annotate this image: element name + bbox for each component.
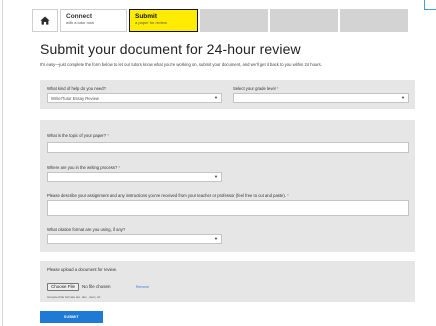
upload-label: Please upload a document for review. [47, 267, 117, 272]
required-marker: * [287, 193, 289, 198]
writing-process-select[interactable]: ▼ [47, 172, 222, 182]
page-title: Submit your document for 24-hour review [40, 41, 301, 57]
tab-placeholder-1 [200, 9, 268, 32]
remove-file-link[interactable]: Remove [136, 285, 149, 289]
help-type-select[interactable]: Write!Tutor Essay Review ▼ [47, 93, 222, 103]
tab-submit-subtitle: a paper for review [135, 20, 168, 25]
grade-label-text: Select your grade level [233, 86, 276, 91]
tab-home[interactable] [32, 9, 58, 32]
grade-label: Select your grade level * [233, 86, 278, 91]
citation-format-select[interactable]: ▼ [47, 234, 222, 244]
choose-file-button[interactable]: Choose File [47, 283, 79, 291]
required-marker: * [276, 86, 279, 91]
assignment-textarea[interactable] [47, 200, 409, 216]
step-tabs: Connect with a tutor now Submit a paper … [32, 9, 411, 32]
required-marker: * [118, 165, 121, 170]
submit-button[interactable]: SUBMIT [40, 311, 103, 323]
citation-label: What citation format are you using, if a… [47, 227, 126, 232]
tab-placeholder-2 [270, 9, 338, 32]
required-marker: * [107, 133, 109, 138]
topic-label-text: What is the topic of your paper? [47, 133, 107, 138]
page-border-left [2, 0, 3, 326]
tab-connect-title: Connect [66, 13, 92, 20]
chevron-down-icon: ▼ [214, 174, 218, 179]
assignment-label-text: Please describe your assignment and any … [47, 193, 286, 198]
file-status: No file chosen [82, 284, 111, 289]
tab-connect-subtitle: with a tutor now [66, 20, 95, 25]
accepted-formats-note: Accepted file formats are .doc, .docx, t… [47, 295, 101, 299]
window-edge-accent-top [424, 9, 436, 10]
topic-label: What is the topic of your paper? * [47, 133, 109, 138]
assignment-label: Please describe your assignment and any … [47, 193, 289, 198]
page-intro: It's easy—just complete the form below t… [40, 62, 322, 67]
help-label: What kind of help do you need? [47, 86, 106, 91]
home-icon [40, 16, 50, 25]
process-label: Where are you in the writing process? * [47, 165, 120, 170]
tab-submit[interactable]: Submit a paper for review [129, 9, 198, 32]
chevron-down-icon: ▼ [214, 236, 218, 241]
grade-level-select[interactable]: ▼ [233, 93, 409, 103]
help-type-value: Write!Tutor Essay Review [51, 96, 99, 101]
tab-submit-title: Submit [135, 13, 158, 20]
chevron-down-icon: ▼ [401, 95, 405, 100]
chevron-down-icon: ▼ [214, 95, 218, 100]
tab-connect[interactable]: Connect with a tutor now [60, 9, 127, 32]
topic-input[interactable] [47, 142, 409, 153]
details-panel [40, 120, 415, 252]
tab-placeholder-3 [340, 9, 408, 32]
process-label-text: Where are you in the writing process? [47, 165, 118, 170]
